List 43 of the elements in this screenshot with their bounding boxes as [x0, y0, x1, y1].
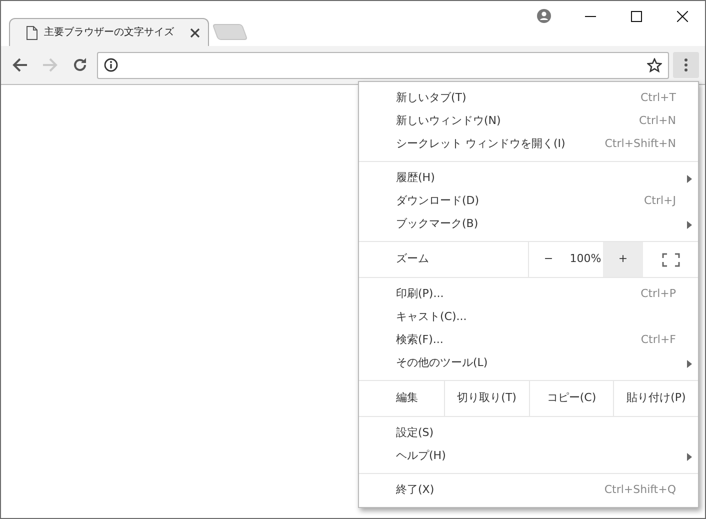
menu-item[interactable]: 終了(X) Ctrl+Shift+Q	[359, 479, 698, 502]
zoom-in-button[interactable]: +	[603, 242, 643, 277]
menu-item[interactable]: 印刷(P)... Ctrl+P	[359, 283, 698, 306]
menu-item[interactable]: キャスト(C)...	[359, 306, 698, 329]
menu-item[interactable]: ヘルプ(H)	[359, 445, 698, 468]
shortcut-text: Ctrl+Shift+Q	[604, 482, 676, 498]
maximize-icon[interactable]	[630, 10, 642, 22]
profile-icon[interactable]	[537, 9, 551, 23]
edit-button[interactable]: 貼り付け(P)	[613, 381, 698, 416]
menu-item[interactable]: 履歴(H)	[359, 167, 698, 190]
shortcut-text: Ctrl+N	[638, 113, 676, 130]
star-icon[interactable]	[647, 58, 662, 72]
reload-icon	[72, 57, 88, 73]
page-icon	[26, 26, 38, 40]
edit-button[interactable]: 切り取り(T)	[444, 381, 529, 416]
menu-item[interactable]: ダウンロード(D) Ctrl+J	[359, 190, 698, 213]
zoom-out-button[interactable]: −	[528, 242, 568, 277]
shortcut-text: Ctrl+T	[640, 90, 676, 106]
menu-button[interactable]	[673, 52, 699, 78]
info-icon	[104, 58, 118, 72]
shortcut-text: Ctrl+F	[640, 332, 676, 348]
zoom-label: ズーム	[395, 251, 430, 268]
menu-icon	[684, 58, 688, 72]
menu-item[interactable]: 設定(S)	[359, 422, 698, 445]
menu-item[interactable]: 検索(F)... Ctrl+F	[359, 329, 698, 352]
menu-item[interactable]: 新しいウィンドウ(N) Ctrl+N	[359, 110, 698, 133]
fullscreen-icon	[662, 252, 680, 266]
forward-icon	[42, 57, 58, 73]
edit-label: 編集	[395, 390, 419, 406]
shortcut-text: Ctrl+J	[644, 193, 676, 210]
zoom-value: 100%	[568, 251, 602, 268]
shortcut-text: Ctrl+Shift+N	[604, 136, 676, 152]
menu-item[interactable]: 新しいタブ(T) Ctrl+T	[359, 87, 698, 110]
close-icon[interactable]	[676, 10, 688, 22]
menu-item[interactable]: その他のツール(L)	[359, 352, 698, 375]
tab-title: 主要ブラウザーの文字サイズ	[44, 26, 175, 40]
shortcut-text: Ctrl+P	[640, 286, 676, 302]
edit-button[interactable]: コピー(C)	[528, 381, 614, 416]
menu-item[interactable]: ブックマーク(B)	[359, 213, 698, 236]
close-icon[interactable]	[190, 28, 200, 38]
back-icon	[12, 57, 28, 73]
menu-item[interactable]: シークレット ウィンドウを開く(I) Ctrl+Shift+N	[359, 133, 698, 156]
browser-tab[interactable]: 主要ブラウザーの文字サイズ	[9, 18, 209, 46]
